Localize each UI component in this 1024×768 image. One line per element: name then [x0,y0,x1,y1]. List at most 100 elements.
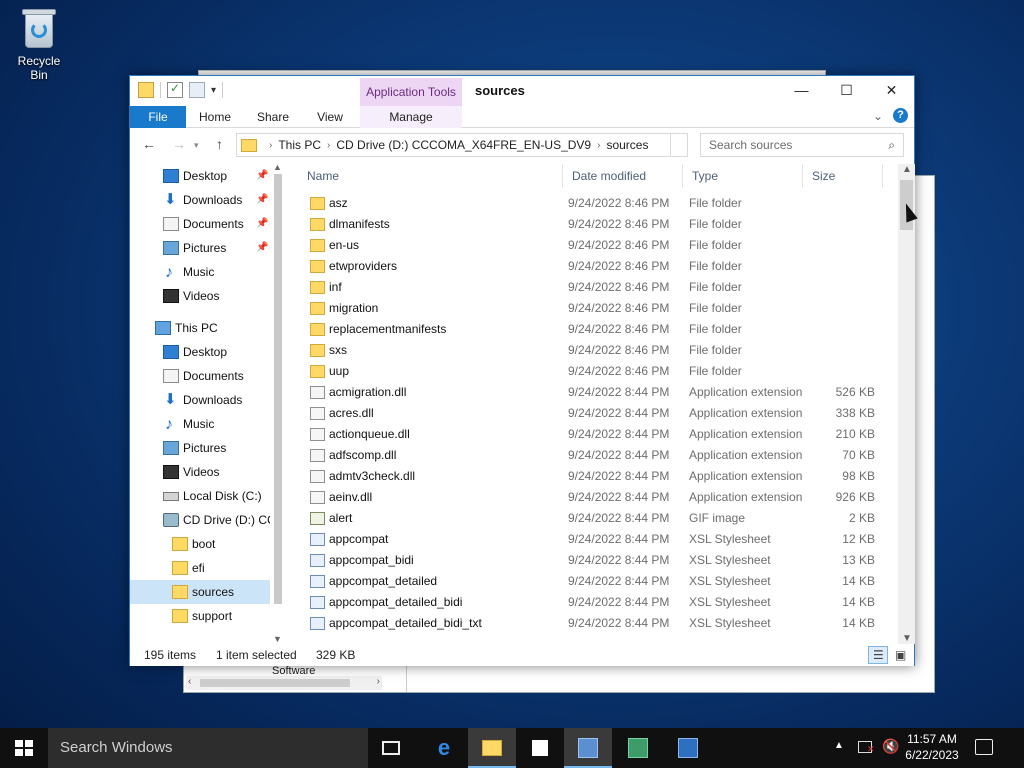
column-header-name[interactable]: Name [298,164,563,188]
background-horizontal-scrollbar[interactable]: ‹ › [186,676,382,690]
large-icons-view-icon[interactable] [890,646,910,664]
tab-home[interactable]: Home [192,106,238,128]
table-row[interactable]: replacementmanifests 9/24/2022 8:46 PM Fil… [298,319,898,340]
nav-item-pictures[interactable]: Pictures [130,436,286,460]
customize-toolbar-icon[interactable]: ▾ [211,85,216,96]
back-arrow-icon[interactable]: ← [142,136,156,152]
table-row[interactable]: etwproviders 9/24/2022 8:46 PM File folder [298,256,898,277]
scroll-up-icon[interactable]: ▲ [902,164,912,175]
table-row[interactable]: inf 9/24/2022 8:46 PM File folder [298,277,898,298]
scroll-up-icon[interactable]: ▲ [273,162,282,172]
start-button[interactable] [0,728,48,768]
table-row[interactable]: adfscomp.dll 9/24/2022 8:44 PM Application… [298,445,898,466]
new-folder-icon[interactable] [189,82,205,98]
table-row[interactable]: acmigration.dll 9/24/2022 8:44 PM Applicat… [298,382,898,403]
file-list-scrollbar[interactable]: ▲ ▼ [898,164,915,644]
nav-item-music-quick[interactable]: Music [130,260,286,284]
nav-item-boot[interactable]: boot [130,532,286,556]
maximize-button[interactable]: ☐ [824,76,869,105]
nav-item-desktop-quick[interactable]: Desktop 📌 [130,164,286,188]
app2-taskbar-button[interactable] [614,728,662,768]
nav-item-music[interactable]: Music [130,412,286,436]
clock[interactable]: 11:57 AM 6/22/2023 [896,731,968,763]
navigation-pane[interactable]: Desktop 📌 Downloads 📌 Documents 📌 Pictur… [130,164,286,644]
address-dropdown[interactable] [670,133,688,157]
scroll-down-icon[interactable]: ▼ [273,634,282,644]
title-bar[interactable]: ▾ Application Tools sources — ☐ ✕ [130,76,914,106]
table-row[interactable]: actionqueue.dll 9/24/2022 8:44 PM Applicat… [298,424,898,445]
table-row[interactable]: dlmanifests 9/24/2022 8:46 PM File folder [298,214,898,235]
nav-item-pictures-quick[interactable]: Pictures 📌 [130,236,286,260]
table-row[interactable]: uup 9/24/2022 8:46 PM File folder [298,361,898,382]
table-row[interactable]: sxs 9/24/2022 8:46 PM File folder [298,340,898,361]
forward-arrow-icon[interactable]: → [172,136,186,152]
nav-item-documents-quick[interactable]: Documents 📌 [130,212,286,236]
breadcrumb-this-pc[interactable]: This PC [278,138,321,152]
details-view-icon[interactable] [868,646,888,664]
chevron-right-icon[interactable]: › [327,140,330,151]
expand-ribbon-icon[interactable]: ⌄ [873,109,883,123]
nav-item-downloads-quick[interactable]: Downloads 📌 [130,188,286,212]
folder-icon[interactable] [138,82,154,98]
taskbar-search-box[interactable]: Search Windows [48,728,368,768]
recent-locations-icon[interactable]: ▾ [194,140,199,151]
nav-item-desktop[interactable]: Desktop [130,340,286,364]
table-row[interactable]: appcompat_detailed 9/24/2022 8:44 PM XSL S… [298,571,898,592]
help-icon[interactable]: ? [893,108,908,123]
network-disconnected-icon[interactable] [858,741,875,755]
column-header-size[interactable]: Size [803,164,883,188]
nav-item-videos[interactable]: Videos [130,460,286,484]
nav-item-this-pc[interactable]: This PC [130,316,286,340]
table-row[interactable]: appcompat 9/24/2022 8:44 PM XSL Stylesheet… [298,529,898,550]
table-row[interactable]: en-us 9/24/2022 8:46 PM File folder [298,235,898,256]
show-hidden-icons-icon[interactable]: ▲ [834,740,844,751]
table-row[interactable]: migration 9/24/2022 8:46 PM File folder [298,298,898,319]
edge-taskbar-button[interactable]: e [420,728,468,768]
app3-taskbar-button[interactable] [664,728,712,768]
scroll-right-icon[interactable]: › [377,676,380,687]
nav-item-support[interactable]: support [130,604,286,628]
tab-view[interactable]: View [308,106,352,128]
nav-item-cd-drive[interactable]: CD Drive (D:) CCCOMA_X64FRE_EN-US_DV9 [130,508,286,532]
file-list[interactable]: ⌃ Name Date modified Type Size asz 9/24/2… [298,164,898,644]
scrollbar-thumb[interactable] [274,174,282,604]
nav-item-downloads[interactable]: Downloads [130,388,286,412]
close-button[interactable]: ✕ [869,76,914,105]
search-icon[interactable]: ⌕ [888,134,895,156]
table-row[interactable]: appcompat_detailed_bidi_txt 9/24/2022 8:4… [298,613,898,634]
nav-item-documents[interactable]: Documents [130,364,286,388]
address-bar[interactable]: › This PC › CD Drive (D:) CCCOMA_X64FRE_… [236,133,688,157]
table-row[interactable]: alert 9/24/2022 8:44 PM GIF image 2 KB [298,508,898,529]
nav-pane-scrollbar[interactable]: ▲ ▼ [270,162,286,644]
store-taskbar-button[interactable] [516,728,564,768]
file-explorer-taskbar-button[interactable] [468,728,516,768]
tab-manage[interactable]: Manage [360,106,462,128]
breadcrumb-sources[interactable]: sources [606,138,648,152]
properties-icon[interactable] [167,81,183,98]
tab-share[interactable]: Share [250,106,296,128]
tab-file[interactable]: File [130,106,186,128]
column-header-type[interactable]: Type [683,164,803,188]
table-row[interactable]: appcompat_detailed_bidi 9/24/2022 8:44 PM… [298,592,898,613]
nav-item-videos-quick[interactable]: Videos [130,284,286,308]
nav-item-sources[interactable]: sources [130,580,286,604]
breadcrumb-cd-drive[interactable]: CD Drive (D:) CCCOMA_X64FRE_EN-US_DV9 [336,138,591,152]
table-row[interactable]: aeinv.dll 9/24/2022 8:44 PM Application ex… [298,487,898,508]
task-view-button[interactable] [368,728,416,768]
recycle-bin-shortcut[interactable]: Recycle Bin [8,6,70,82]
table-row[interactable]: asz 9/24/2022 8:46 PM File folder [298,193,898,214]
nav-item-efi[interactable]: efi [130,556,286,580]
column-header-date[interactable]: Date modified [563,164,683,188]
file-explorer-window[interactable]: ▾ Application Tools sources — ☐ ✕ File H… [129,75,915,666]
scroll-down-icon[interactable]: ▼ [902,633,912,644]
table-row[interactable]: admtv3check.dll 9/24/2022 8:44 PM Applicat… [298,466,898,487]
chevron-right-icon[interactable]: › [269,140,272,151]
chevron-right-icon[interactable]: › [597,140,600,151]
nav-item-local-disk[interactable]: Local Disk (C:) [130,484,286,508]
notification-icon[interactable] [975,739,993,755]
minimize-button[interactable]: — [779,76,824,105]
app-taskbar-button[interactable] [564,728,612,768]
up-arrow-icon[interactable]: ↑ [216,136,223,152]
table-row[interactable]: acres.dll 9/24/2022 8:44 PM Application ex… [298,403,898,424]
search-input[interactable]: Search sources ⌕ [700,133,904,157]
